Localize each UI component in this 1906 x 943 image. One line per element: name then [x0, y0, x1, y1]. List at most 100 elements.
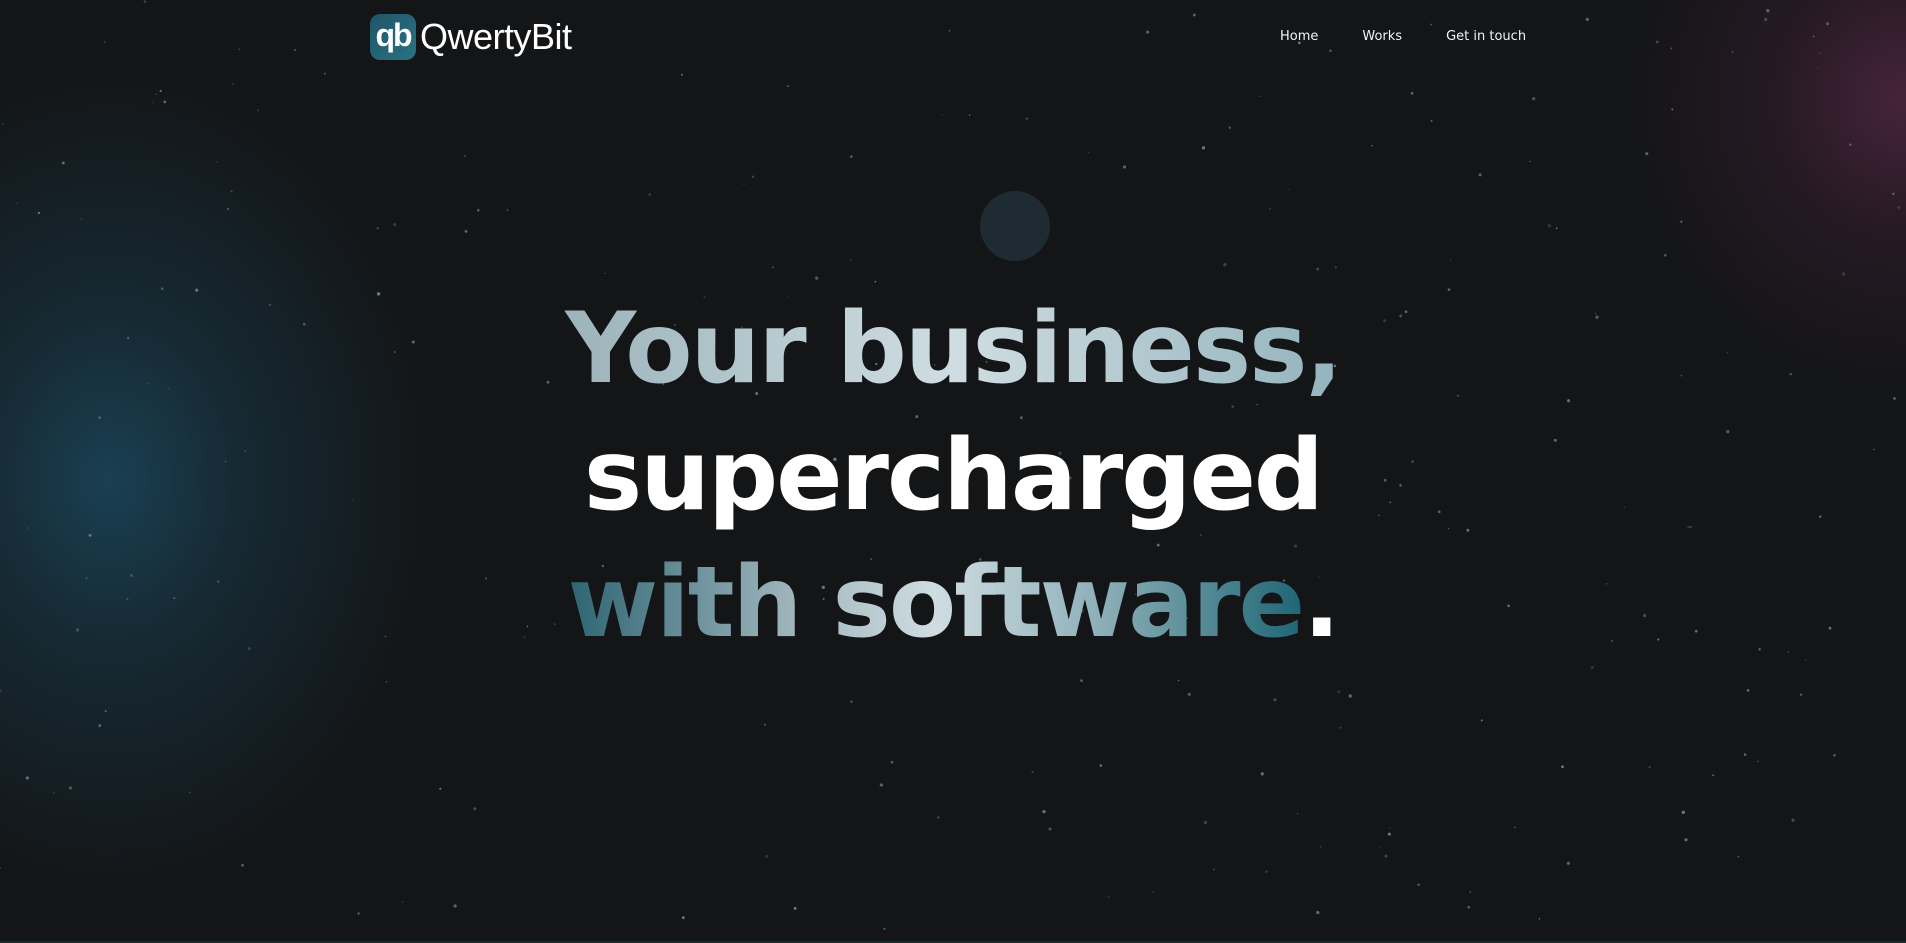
star-dot	[1201, 146, 1206, 150]
star-dot	[1532, 97, 1536, 101]
star-dot	[1387, 832, 1391, 836]
star-dot	[765, 854, 769, 858]
star-dot	[1680, 220, 1683, 223]
star-dot	[53, 792, 55, 794]
star-dot	[1555, 227, 1558, 230]
star-dot	[1316, 267, 1320, 271]
star-dot	[1339, 726, 1342, 729]
star-dot	[257, 109, 260, 112]
star-dot	[1561, 765, 1564, 769]
star-dot	[98, 724, 102, 727]
star-dot	[0, 689, 2, 692]
star-dot	[155, 93, 157, 95]
star-dot	[152, 101, 154, 103]
headline-line-1: Your business,	[0, 286, 1906, 413]
star-dot	[1467, 905, 1471, 909]
star-dot	[681, 916, 685, 920]
star-dot	[874, 280, 877, 283]
nav-link-works[interactable]: Works	[1362, 29, 1402, 45]
headline-line-3-text: with software	[567, 546, 1305, 660]
star-dot	[1122, 165, 1127, 169]
star-dot	[1743, 753, 1747, 756]
star-dot	[1566, 861, 1570, 865]
star-dot	[1273, 698, 1277, 702]
star-dot	[216, 160, 219, 163]
star-dot	[1849, 143, 1852, 146]
star-dot	[232, 83, 234, 85]
star-dot	[815, 276, 819, 280]
star-dot	[473, 807, 477, 811]
headline-line-2: supercharged	[583, 419, 1324, 533]
star-dot	[1841, 272, 1846, 276]
star-dot	[1712, 774, 1715, 777]
star-dot	[401, 901, 404, 903]
star-dot	[1152, 890, 1155, 893]
star-dot	[1258, 95, 1261, 98]
star-dot	[793, 906, 797, 910]
star-dot	[937, 816, 940, 819]
star-dot	[1671, 108, 1674, 111]
star-dot	[1645, 152, 1649, 156]
star-dot	[230, 190, 233, 193]
star-dot	[1348, 694, 1352, 698]
star-dot	[1538, 918, 1541, 920]
star-dot	[163, 100, 167, 104]
star-dot	[464, 230, 468, 233]
headline-period: .	[1303, 546, 1340, 660]
star-dot	[850, 700, 853, 704]
star-dot	[772, 266, 775, 269]
star-dot	[1080, 679, 1083, 682]
star-dot	[1042, 809, 1046, 814]
star-dot	[1, 123, 4, 126]
star-dot	[1177, 679, 1180, 682]
star-dot	[16, 202, 18, 205]
star-dot	[1681, 810, 1685, 814]
star-dot	[1757, 760, 1759, 763]
star-dot	[159, 90, 162, 93]
star-dot	[1529, 160, 1531, 163]
star-dot	[1799, 693, 1803, 696]
star-dot	[376, 227, 379, 230]
star-dot	[453, 904, 457, 908]
star-dot	[1213, 868, 1215, 871]
page: qb QwertyBit Home Works Get in touch You…	[0, 0, 1906, 943]
star-dot	[1547, 224, 1551, 228]
star-dot	[1107, 895, 1110, 898]
logo-icon: qb	[370, 14, 416, 60]
star-dot	[241, 863, 244, 867]
star-dot	[743, 183, 745, 186]
star-dot	[1203, 820, 1208, 825]
star-dot	[80, 217, 82, 220]
star-dot	[0, 867, 2, 870]
star-dot	[1384, 854, 1388, 858]
star-dot	[751, 175, 755, 179]
logo-link[interactable]: qb QwertyBit	[370, 14, 572, 60]
star-dot	[1450, 259, 1452, 261]
star-dot	[1389, 827, 1391, 829]
star-dot	[1296, 812, 1299, 815]
star-dot	[1513, 826, 1516, 829]
star-dot	[1891, 192, 1895, 196]
star-dot	[464, 155, 467, 158]
star-dot	[1417, 883, 1420, 887]
nav-link-get-in-touch[interactable]: Get in touch	[1446, 29, 1526, 45]
star-dot	[787, 85, 789, 87]
star-dot	[1031, 771, 1034, 774]
star-dot	[968, 114, 971, 117]
headline-line-3: with software.	[0, 540, 1906, 667]
star-dot	[1791, 818, 1795, 822]
star-dot	[104, 710, 107, 713]
star-dot	[1410, 91, 1414, 95]
star-dot	[1737, 855, 1740, 858]
logo-wordmark: QwertyBit	[420, 16, 572, 57]
star-dot	[1319, 845, 1322, 848]
star-dot	[764, 723, 766, 726]
star-dot	[648, 193, 651, 196]
star-dot	[1265, 870, 1268, 873]
star-dot	[850, 259, 852, 261]
star-dot	[1048, 827, 1052, 831]
star-dot	[883, 927, 886, 930]
star-dot	[1337, 690, 1341, 694]
star-dot	[1269, 207, 1272, 210]
nav-link-home[interactable]: Home	[1280, 29, 1318, 45]
